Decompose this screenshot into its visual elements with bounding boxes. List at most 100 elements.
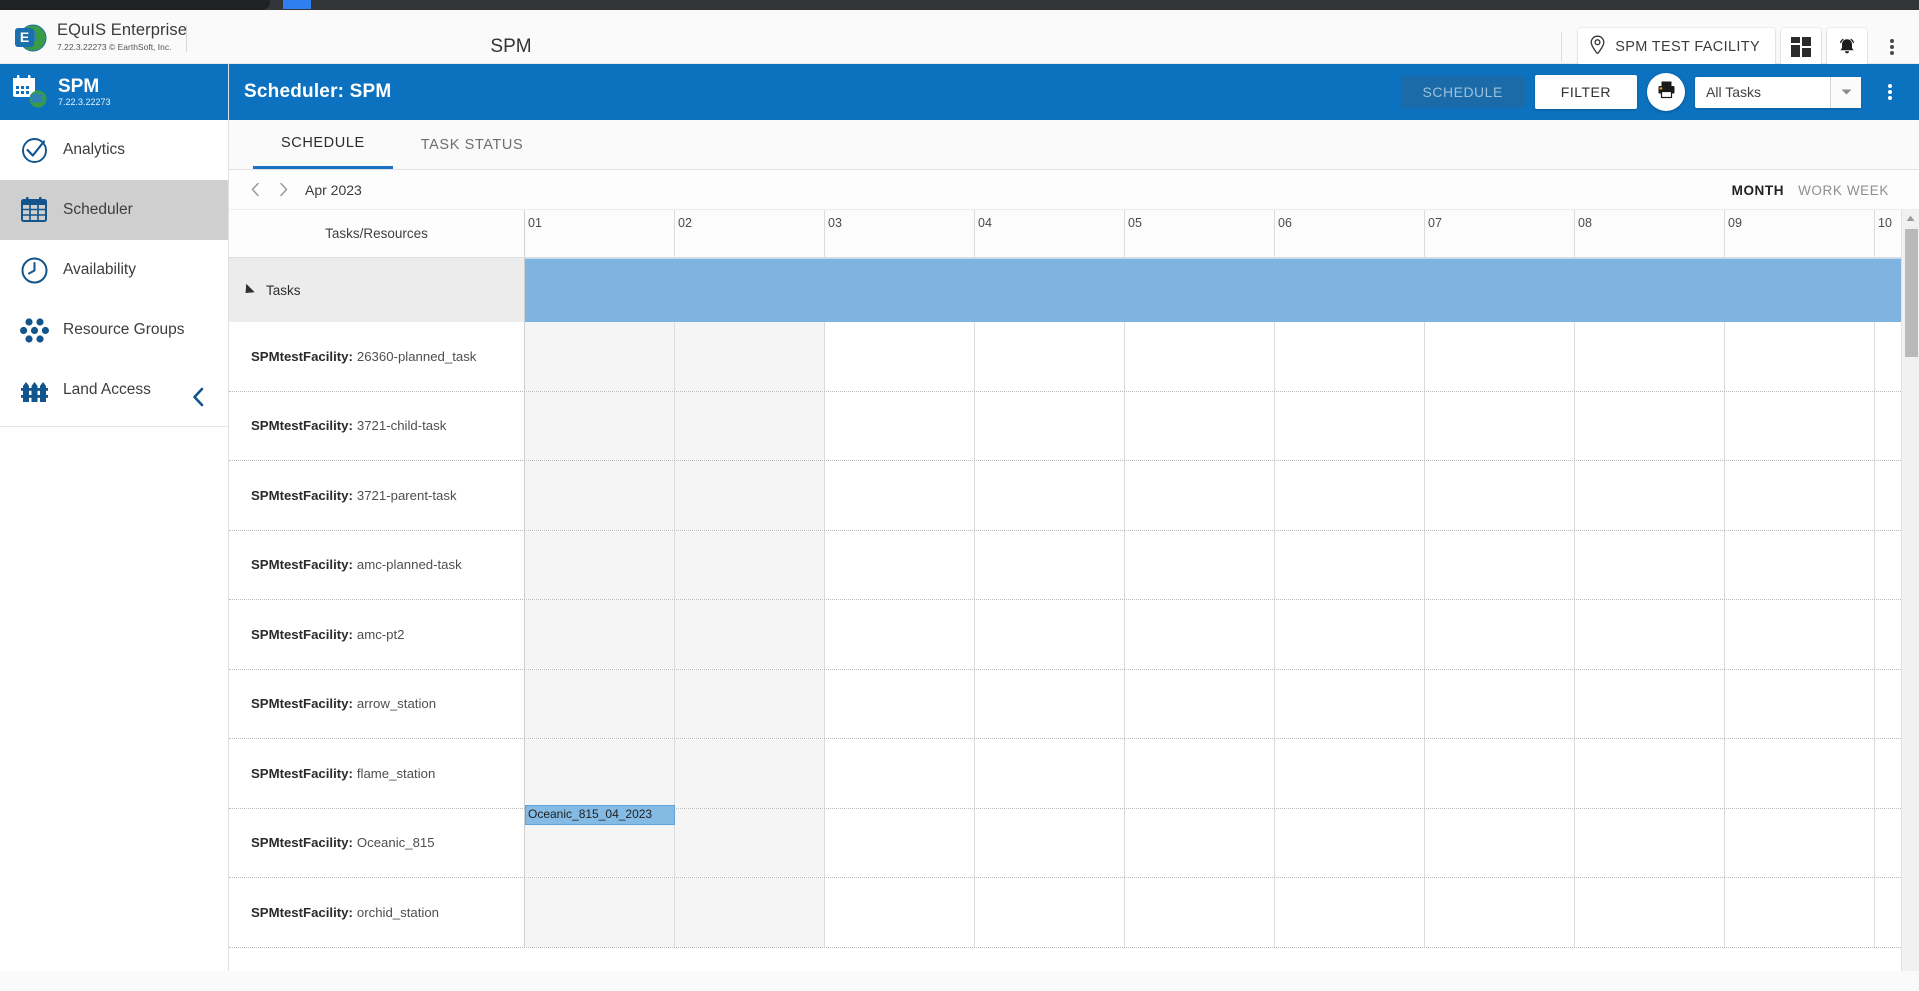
day-cell[interactable] <box>1275 878 1425 947</box>
day-cell[interactable] <box>975 600 1125 669</box>
collapse-triangle-icon[interactable] <box>241 283 255 297</box>
day-cell[interactable] <box>675 461 825 530</box>
task-timeline-cells[interactable] <box>525 322 1919 391</box>
day-cell[interactable] <box>825 808 975 877</box>
bell-icon[interactable] <box>1827 28 1867 66</box>
scroll-up-button[interactable] <box>1902 210 1919 227</box>
day-cell[interactable] <box>1275 600 1425 669</box>
day-cell[interactable] <box>825 530 975 599</box>
day-cell[interactable] <box>1575 808 1725 877</box>
gantt-group-row[interactable]: Tasks <box>229 258 1919 322</box>
day-cell[interactable] <box>1275 530 1425 599</box>
day-cell[interactable] <box>825 461 975 530</box>
day-cell[interactable] <box>1275 322 1425 391</box>
day-cell[interactable] <box>1725 391 1875 460</box>
day-cell[interactable] <box>1425 669 1575 738</box>
tab-schedule[interactable]: SCHEDULE <box>253 120 393 169</box>
day-cell[interactable] <box>525 878 675 947</box>
day-cell[interactable] <box>1125 808 1275 877</box>
day-cell[interactable] <box>1275 461 1425 530</box>
day-cell[interactable] <box>1725 808 1875 877</box>
day-cell[interactable] <box>1575 322 1725 391</box>
scheduler-overflow-menu-icon[interactable] <box>1873 72 1907 112</box>
day-cell[interactable] <box>1725 739 1875 808</box>
day-cell[interactable] <box>975 878 1125 947</box>
day-cell[interactable] <box>825 878 975 947</box>
task-timeline-cells[interactable] <box>525 739 1919 808</box>
table-row[interactable]: SPMtestFacility: amc-pt2 <box>229 600 1919 670</box>
browser-tab[interactable] <box>0 0 270 10</box>
group-row-label-cell[interactable]: Tasks <box>229 258 525 322</box>
day-cell[interactable] <box>525 322 675 391</box>
day-cell[interactable] <box>1275 739 1425 808</box>
sidebar-item-availability[interactable]: Availability <box>0 240 228 300</box>
task-filter-dropdown[interactable]: All Tasks <box>1695 76 1861 108</box>
day-cell[interactable] <box>1125 669 1275 738</box>
table-row[interactable]: SPMtestFacility: arrow_station <box>229 669 1919 739</box>
day-cell[interactable] <box>1725 322 1875 391</box>
day-cell[interactable] <box>1575 878 1725 947</box>
vertical-scrollbar[interactable] <box>1901 210 1919 973</box>
sidebar-item-resource-groups[interactable]: Resource Groups <box>0 300 228 360</box>
dashboard-grid-icon[interactable] <box>1781 28 1821 66</box>
day-cell[interactable] <box>975 530 1125 599</box>
task-timeline-cells[interactable] <box>525 600 1919 669</box>
day-cell[interactable] <box>525 669 675 738</box>
facility-selector-button[interactable]: SPM TEST FACILITY <box>1578 28 1775 66</box>
task-timeline-cells[interactable]: Oceanic_815_04_2023 <box>525 804 1919 877</box>
table-row[interactable]: SPMtestFacility: flame_station <box>229 739 1919 809</box>
day-cell[interactable] <box>675 322 825 391</box>
table-row[interactable]: SPMtestFacility: Oceanic_815 Oceanic_815… <box>229 804 1919 878</box>
day-cell[interactable] <box>1575 391 1725 460</box>
day-cell[interactable] <box>525 391 675 460</box>
day-cell[interactable] <box>975 322 1125 391</box>
sidebar-item-analytics[interactable]: Analytics <box>0 120 228 180</box>
task-label-cell[interactable]: SPMtestFacility: arrow_station <box>229 669 525 738</box>
day-cell[interactable] <box>1725 669 1875 738</box>
day-cell[interactable] <box>1575 739 1725 808</box>
day-cell[interactable] <box>675 669 825 738</box>
day-cell[interactable] <box>1425 808 1575 877</box>
day-cell[interactable] <box>1125 322 1275 391</box>
table-row[interactable]: SPMtestFacility: 3721-parent-task <box>229 461 1919 531</box>
day-cell[interactable] <box>1575 461 1725 530</box>
print-button[interactable] <box>1647 73 1685 111</box>
day-cell[interactable] <box>975 391 1125 460</box>
day-cell[interactable] <box>1725 530 1875 599</box>
day-cell[interactable] <box>975 739 1125 808</box>
tab-task-status[interactable]: TASK STATUS <box>393 120 551 169</box>
table-row[interactable]: SPMtestFacility: 3721-child-task <box>229 391 1919 461</box>
day-cell[interactable] <box>525 739 675 808</box>
day-cell[interactable] <box>1425 322 1575 391</box>
table-row[interactable]: SPMtestFacility: 26360-planned_task <box>229 322 1919 392</box>
task-label-cell[interactable]: SPMtestFacility: Oceanic_815 <box>229 808 525 877</box>
task-label-cell[interactable]: SPMtestFacility: 3721-parent-task <box>229 461 525 530</box>
day-cell[interactable] <box>825 322 975 391</box>
day-cell[interactable] <box>675 808 825 877</box>
day-cell[interactable] <box>1575 669 1725 738</box>
day-cell[interactable] <box>1425 878 1575 947</box>
task-timeline-cells[interactable] <box>525 530 1919 599</box>
chevron-down-icon[interactable] <box>1830 76 1861 108</box>
day-cell[interactable] <box>675 391 825 460</box>
day-cell[interactable] <box>1275 669 1425 738</box>
day-cell[interactable] <box>525 600 675 669</box>
task-timeline-cells[interactable] <box>525 669 1919 738</box>
day-cell[interactable] <box>825 391 975 460</box>
day-cell[interactable] <box>1125 391 1275 460</box>
day-cell[interactable] <box>975 669 1125 738</box>
day-cell[interactable] <box>675 878 825 947</box>
day-cell[interactable] <box>1125 530 1275 599</box>
day-cell[interactable] <box>1125 461 1275 530</box>
day-cell[interactable] <box>675 739 825 808</box>
task-timeline-cells[interactable] <box>525 878 1919 947</box>
day-cell[interactable] <box>825 669 975 738</box>
day-cell[interactable] <box>1125 600 1275 669</box>
day-cell[interactable] <box>525 530 675 599</box>
table-row[interactable]: SPMtestFacility: amc-planned-task <box>229 530 1919 600</box>
previous-period-button[interactable] <box>241 176 269 204</box>
day-cell[interactable] <box>1425 600 1575 669</box>
schedule-button[interactable]: SCHEDULE <box>1400 76 1525 108</box>
day-cell[interactable] <box>825 739 975 808</box>
day-cell[interactable] <box>675 530 825 599</box>
